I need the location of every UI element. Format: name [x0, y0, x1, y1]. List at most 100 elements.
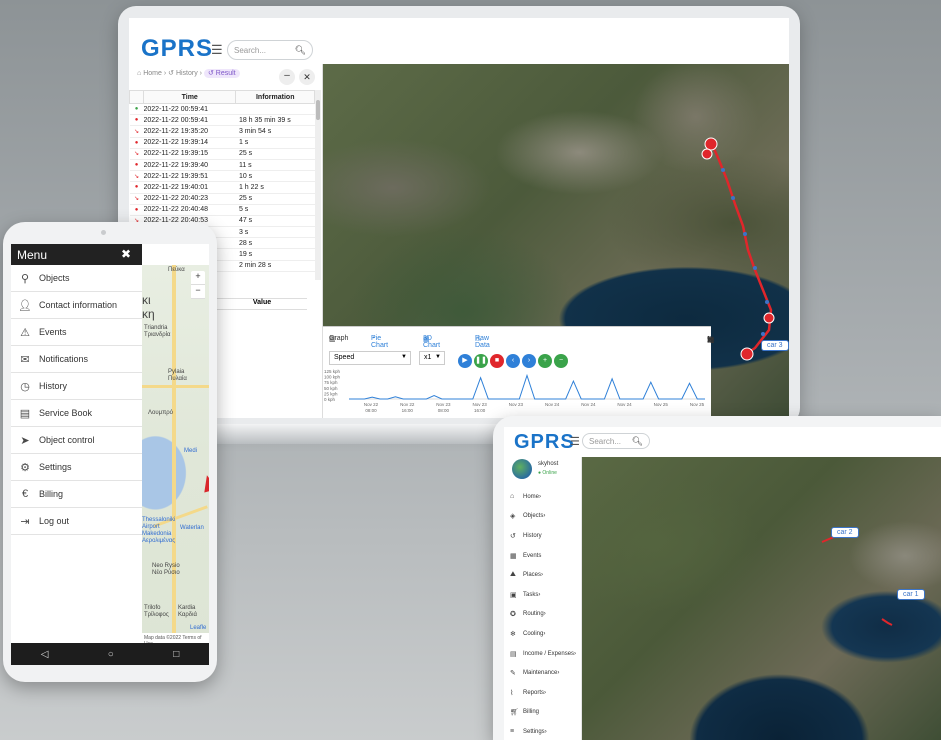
sidebar-item-tasks[interactable]: ▣ Tasks ›: [504, 585, 582, 605]
menu-item-objects[interactable]: ⚲ Objects: [11, 265, 142, 292]
breadcrumb-home[interactable]: Home: [143, 70, 162, 77]
row-icon-cell: ↘: [129, 170, 144, 183]
route-icon: ↘: [133, 128, 140, 135]
zoom-in-button[interactable]: +: [538, 354, 552, 368]
menu-item-events[interactable]: ⚠ Events: [11, 319, 142, 346]
menu-item-notifications[interactable]: ✉ Notifications: [11, 346, 142, 373]
sidebar-item-income-expenses[interactable]: ▤ Income / Expenses ›: [504, 644, 582, 664]
close-button[interactable]: ✕: [299, 69, 315, 85]
brand-logo[interactable]: GPRS: [141, 35, 213, 63]
x-tick-label: 16:00: [474, 408, 486, 413]
zoom-out-button[interactable]: −: [554, 354, 568, 368]
phone-menu-list: ⚲ Objects 👤︎ Contact information ⚠ Events ✉ Not…: [11, 265, 142, 535]
menu-item-settings[interactable]: ⚙ Settings: [11, 454, 142, 481]
table-row[interactable]: ● 2022-11-22 00:59:41 18 h 35 min 39 s: [129, 114, 315, 127]
routing-icon: ✪: [510, 611, 516, 619]
map-label: Pylaia: [168, 369, 185, 375]
cooling-icon: ❄: [510, 630, 516, 638]
step-back-button[interactable]: ‹: [506, 354, 520, 368]
car-label[interactable]: car 1: [897, 589, 925, 600]
row-information: 3 s: [235, 226, 315, 239]
user-card[interactable]: skyhost ● Online: [508, 457, 582, 487]
table-row[interactable]: ● 2022-11-22 19:39:40 11 s: [129, 159, 315, 172]
menu-item-history[interactable]: ◷ History: [11, 373, 142, 400]
table-row[interactable]: ↘ 2022-11-22 19:39:15 25 s: [129, 148, 315, 160]
x-tick-label: Nov 23: [473, 402, 488, 407]
x-tick-label: 08:00: [365, 408, 377, 413]
route-icon: ↘: [133, 173, 140, 180]
pause-button[interactable]: ❚❚: [474, 354, 488, 368]
menu-item-object-control[interactable]: ➤ Object control: [11, 427, 142, 454]
table-row[interactable]: ↘ 2022-11-22 19:35:20 3 min 54 s: [129, 125, 315, 138]
map-attribution[interactable]: Map data ©2022 Terms of Use: [142, 633, 209, 647]
search-input[interactable]: Search... 🔍︎: [582, 433, 650, 449]
breadcrumb-result[interactable]: ↺ Result: [203, 69, 240, 78]
android-nav-bar: ◁ ○ □: [11, 643, 209, 665]
sidebar-item-label: Routing: [523, 611, 544, 618]
speed-series-line: [349, 373, 705, 400]
location-pin-icon: ⚲: [20, 272, 30, 285]
row-information: 10 s: [235, 170, 315, 183]
sidebar-item-events[interactable]: ▦ Events: [504, 546, 582, 566]
sidebar-item-history[interactable]: ↺ History: [504, 526, 582, 546]
sidebar-item-billing[interactable]: 🛒︎ Billing: [504, 703, 582, 723]
hamburger-icon[interactable]: ☰: [570, 435, 580, 448]
speed-chart[interactable]: 125 kph100 kph75 kph50 kph25 kph0 kph Nov…: [323, 367, 711, 418]
print-icon[interactable]: ▤: [707, 335, 718, 344]
table-scrollbar[interactable]: [315, 90, 321, 280]
zoom-in-button[interactable]: +: [191, 271, 205, 285]
hamburger-icon[interactable]: ☰: [211, 42, 223, 58]
stop-button[interactable]: ■: [490, 354, 504, 368]
menu-item-label: Log out: [39, 516, 70, 526]
car-label[interactable]: car 2: [831, 527, 859, 538]
row-icon-cell: ↘: [129, 125, 144, 138]
table-row[interactable]: ↘ 2022-11-22 20:40:23 25 s: [129, 193, 315, 205]
menu-item-label: Settings: [39, 462, 72, 472]
table-row[interactable]: ↘ 2022-11-22 19:39:51 10 s: [129, 170, 315, 183]
close-icon[interactable]: ✖: [121, 247, 131, 261]
sidebar-item-home[interactable]: ⌂ Home ›: [504, 487, 582, 507]
row-information: 47 s: [235, 215, 315, 228]
search-input[interactable]: Search... 🔍︎: [227, 40, 313, 60]
table-row[interactable]: ● 2022-11-22 00:59:41: [129, 103, 315, 116]
menu-item-service-book[interactable]: ▤ Service Book: [11, 400, 142, 427]
home-button-icon[interactable]: ○: [108, 649, 114, 660]
brand-logo[interactable]: GPRS: [514, 431, 575, 454]
header-information[interactable]: Information: [235, 90, 315, 104]
car-label[interactable]: car 3: [761, 340, 789, 351]
map-label: Thessaloniki: [142, 517, 176, 523]
sidebar-item-label: History: [523, 532, 542, 539]
menu-item-log-out[interactable]: ⇥ Log out: [11, 508, 142, 535]
row-icon-cell: ↘: [129, 193, 144, 205]
search-icon[interactable]: 🔍︎: [295, 45, 306, 56]
play-button[interactable]: ▶: [458, 354, 472, 368]
tablet-screen: GPRS ☰ Search... 🔍︎ skyhost ● Online ⌂ Ho…: [504, 427, 941, 740]
recents-icon[interactable]: □: [173, 649, 179, 660]
breadcrumb-history[interactable]: History: [176, 70, 198, 77]
table-row[interactable]: ● 2022-11-22 20:40:48 5 s: [129, 204, 315, 216]
sidebar-item-places[interactable]: ⛰ Places ›: [504, 565, 582, 585]
menu-item-contact-information[interactable]: 👤︎ Contact information: [11, 292, 142, 319]
zoom-out-button[interactable]: −: [191, 285, 205, 299]
search-icon[interactable]: 🔍︎: [632, 436, 643, 447]
sidebar-item-cooling[interactable]: ❄ Cooling ›: [504, 624, 582, 644]
phone-map[interactable]: + − Πεύκα κι κη Triandria Τριανδρία Pyla…: [142, 265, 209, 643]
y-tick-label: 100 kph: [324, 375, 341, 380]
minimize-button[interactable]: –: [279, 69, 295, 85]
menu-item-billing[interactable]: € Billing: [11, 481, 142, 508]
header-time[interactable]: Time: [142, 90, 237, 104]
sidebar-item-maintenance[interactable]: ✎ Maintenance ›: [504, 663, 582, 683]
sidebar-item-settings[interactable]: ≡ Settings ›: [504, 722, 582, 740]
back-icon[interactable]: ◁: [41, 649, 49, 660]
table-row[interactable]: ● 2022-11-22 19:40:01 1 h 22 s: [129, 181, 315, 194]
vehicle-marker-icon[interactable]: [200, 473, 209, 493]
metric-select[interactable]: Speed ▼: [329, 351, 411, 365]
sidebar-item-reports[interactable]: ⌇ Reports ›: [504, 683, 582, 703]
step-forward-button[interactable]: ›: [522, 354, 536, 368]
x-tick-label: Nov 23: [509, 402, 524, 407]
sidebar-item-routing[interactable]: ✪ Routing ›: [504, 605, 582, 625]
sidebar-item-objects[interactable]: ◈ Objects ›: [504, 507, 582, 527]
table-row[interactable]: ● 2022-11-22 19:39:14 1 s: [129, 137, 315, 149]
header-icon-col: [129, 90, 144, 104]
speed-multiplier-select[interactable]: x1 ▼: [419, 351, 445, 365]
